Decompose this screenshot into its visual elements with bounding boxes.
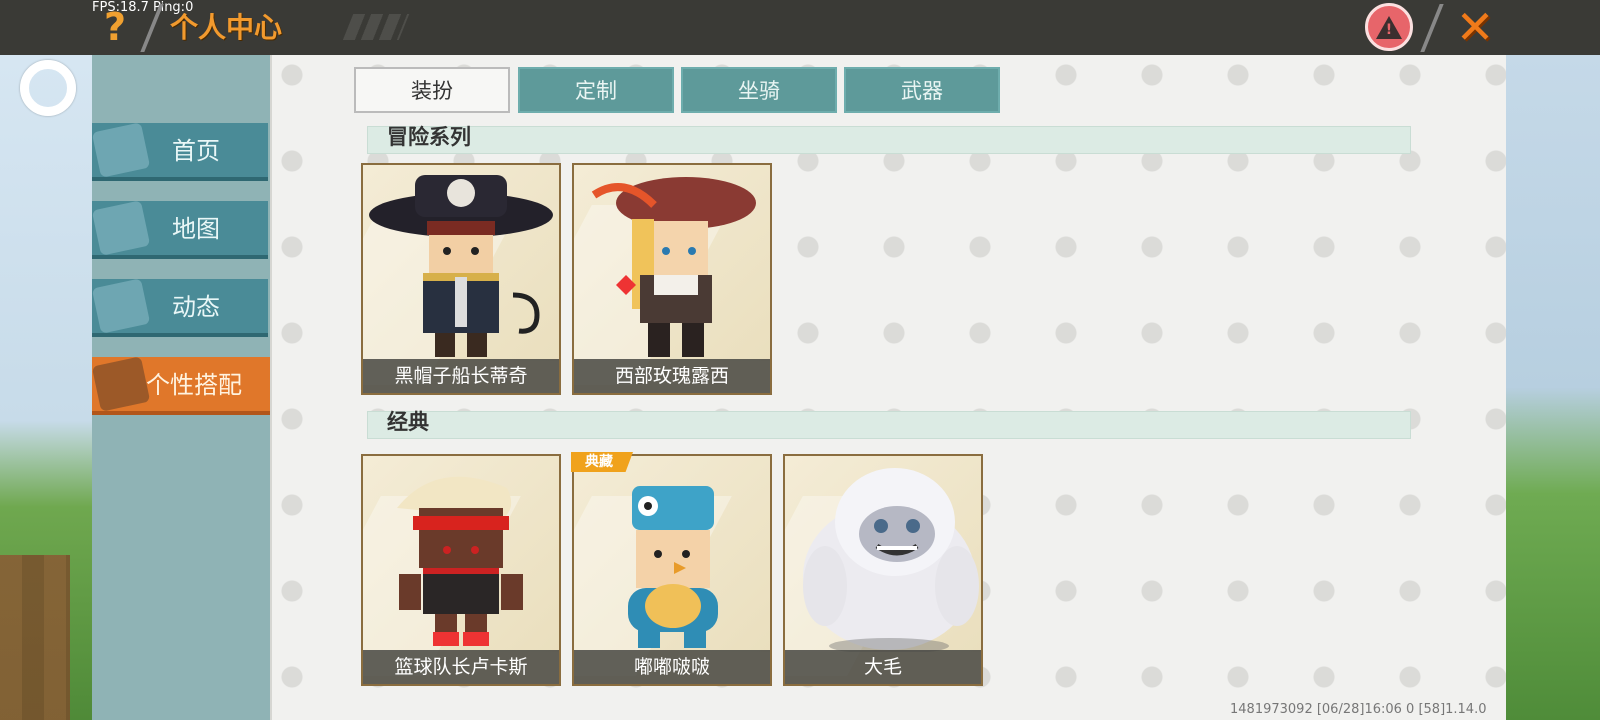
cowgirl-figure xyxy=(591,177,756,357)
build-info: 1481973092 [06/28]16:06 0 [58]1.14.0 xyxy=(1230,702,1487,717)
tab-weapon[interactable]: 武器 xyxy=(844,67,1000,113)
sidebar-item-label: 动态 xyxy=(172,293,220,321)
report-button[interactable]: ! xyxy=(1365,3,1413,51)
collection-badge: 典藏 xyxy=(571,452,633,472)
character-art xyxy=(574,456,770,652)
character-icon xyxy=(91,356,151,412)
yeti-figure xyxy=(803,468,979,652)
section-header-bar xyxy=(367,126,1411,154)
sidebar-item-map[interactable]: 地图 xyxy=(91,200,268,259)
top-bar: FPS:18.7 Ping:0 ? 个人中心 ! ✕ xyxy=(0,0,1600,55)
character-art xyxy=(363,165,559,361)
outfit-name: 黑帽子船长蒂奇 xyxy=(363,359,559,393)
sidebar-item-label: 地图 xyxy=(172,215,220,243)
outfit-name: 大毛 xyxy=(785,650,981,684)
section-header-bar xyxy=(367,411,1411,439)
warning-symbol: ! xyxy=(1385,22,1393,38)
page-title: 个人中心 xyxy=(170,11,283,44)
sidebar-item-outfit[interactable]: 个性搭配 xyxy=(91,356,270,415)
map-icon xyxy=(91,200,151,256)
outfit-card[interactable]: 西部玫瑰露西 xyxy=(572,163,772,395)
outfit-card[interactable]: 篮球队长卢卡斯 xyxy=(361,454,561,686)
character-art xyxy=(363,456,559,652)
outfit-name: 西部玫瑰露西 xyxy=(574,359,770,393)
divider xyxy=(1420,4,1444,52)
outfit-name: 篮球队长卢卡斯 xyxy=(363,650,559,684)
tab-mount[interactable]: 坐骑 xyxy=(681,67,837,113)
floating-menu-button[interactable] xyxy=(20,60,76,116)
pirate-figure xyxy=(369,175,553,357)
game-background-left xyxy=(0,55,92,720)
decorative-stripes xyxy=(342,14,410,40)
dinosaur-figure xyxy=(628,486,718,648)
sidebar-item-home[interactable]: 首页 xyxy=(91,122,268,181)
section-title: 冒险系列 xyxy=(387,125,471,149)
section-title: 经典 xyxy=(387,410,429,434)
game-background-right xyxy=(1506,55,1600,720)
tab-outfit[interactable]: 装扮 xyxy=(354,67,510,113)
outfit-card[interactable]: 大毛 xyxy=(783,454,983,686)
bell-icon xyxy=(91,278,151,334)
sidebar-item-label: 个性搭配 xyxy=(146,371,242,399)
tab-custom[interactable]: 定制 xyxy=(518,67,674,113)
help-icon[interactable]: ? xyxy=(104,6,134,48)
house-icon xyxy=(91,122,151,178)
outfit-card[interactable]: 黑帽子船长蒂奇 xyxy=(361,163,561,395)
character-art xyxy=(574,165,770,361)
basketball-figure xyxy=(397,476,523,646)
close-button[interactable]: ✕ xyxy=(1452,4,1498,50)
outfit-card[interactable]: 嘟嘟啵啵 xyxy=(572,454,772,686)
sidebar-item-label: 首页 xyxy=(172,137,220,165)
sidebar-item-feed[interactable]: 动态 xyxy=(91,278,268,337)
sidebar: 首页 地图 动态 个性搭配 xyxy=(91,55,272,720)
outfit-name: 嘟嘟啵啵 xyxy=(574,650,770,684)
character-art xyxy=(785,456,981,652)
